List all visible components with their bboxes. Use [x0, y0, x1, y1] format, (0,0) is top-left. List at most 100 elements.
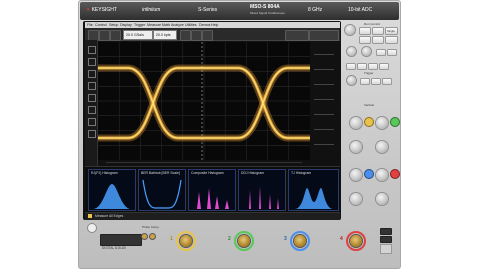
- ch2-scale-knob[interactable]: [376, 117, 388, 129]
- sample-rate-box[interactable]: 20.0 GSa/s: [123, 30, 153, 40]
- ch2-bnc-input[interactable]: [238, 235, 250, 247]
- ch1-offset-knob[interactable]: [350, 141, 362, 153]
- aux-output-port[interactable]: [380, 244, 392, 254]
- digital-input-port[interactable]: [100, 234, 142, 246]
- histogram-tool-icon[interactable]: [88, 106, 96, 114]
- marker-tool-icon[interactable]: [88, 70, 96, 78]
- ground-terminal[interactable]: [150, 234, 155, 239]
- ch3-select-key[interactable]: [365, 170, 373, 178]
- ch3-scale-knob[interactable]: [350, 169, 362, 181]
- sample-rate-value: 20.0 GSa/s: [126, 32, 144, 37]
- marker-key[interactable]: [346, 63, 356, 70]
- save-key[interactable]: [379, 63, 389, 70]
- default-setup-key[interactable]: [372, 27, 384, 35]
- ch1-scale-knob[interactable]: [350, 117, 362, 129]
- probe-comp-terminal[interactable]: [142, 234, 147, 239]
- measure-key[interactable]: [357, 63, 367, 70]
- ch4-scale-knob[interactable]: [376, 169, 388, 181]
- histogram-area: RJ(PJ) Histogram BER Bathtub [BER Scale]…: [85, 166, 340, 213]
- histogram-panel-ddj[interactable]: DDJ Histogram: [238, 169, 286, 211]
- eye-diagram-plot[interactable]: [94, 42, 314, 160]
- trigger-indicator[interactable]: [285, 29, 309, 41]
- marker-button[interactable]: [202, 29, 213, 41]
- timebase-indicator[interactable]: [309, 29, 339, 41]
- usb-port-1[interactable]: [380, 228, 392, 235]
- touch-key[interactable]: [385, 36, 398, 44]
- math-tool-icon[interactable]: [88, 94, 96, 102]
- front-control-panel: Run Control Single Trigger Vertical: [342, 21, 399, 220]
- y-tick-mark: [314, 99, 334, 100]
- ch1-select-key[interactable]: [365, 118, 373, 126]
- vertical-section-label: Vertical: [364, 103, 374, 107]
- trigger-setup-key[interactable]: [382, 78, 392, 85]
- clear-display-key[interactable]: [372, 36, 384, 44]
- single-key[interactable]: Single: [385, 27, 398, 35]
- menu-item-measure[interactable]: Measure: [147, 23, 161, 27]
- model-name: MSO-S 804A: [250, 4, 280, 10]
- menu-item-setup[interactable]: Setup: [109, 23, 118, 27]
- run-stop-button[interactable]: [88, 29, 99, 41]
- menu-item-analyze[interactable]: Analyze: [171, 23, 184, 27]
- menu-item-math[interactable]: Math: [162, 23, 170, 27]
- channel-1-indicator[interactable]: [88, 214, 92, 218]
- memory-depth-value: 20.0 kpts: [156, 32, 171, 37]
- power-button[interactable]: [88, 224, 96, 232]
- ch3-offset-knob[interactable]: [350, 193, 362, 205]
- model-subtitle: Mixed Signal Oscilloscope: [250, 11, 286, 15]
- bathtub-curve: [142, 179, 182, 209]
- histogram-title: TJ Histogram: [291, 171, 312, 175]
- menu-item-trigger[interactable]: Trigger: [134, 23, 145, 27]
- measure-all-edges-label[interactable]: Measure All Edges: [95, 214, 123, 218]
- menu-item-demos[interactable]: Demos: [199, 23, 210, 27]
- trigger-mode-key[interactable]: [360, 78, 370, 85]
- math-key[interactable]: [368, 63, 378, 70]
- bathtub-svg: [142, 179, 182, 209]
- ch4-bnc-input[interactable]: [350, 235, 362, 247]
- memory-depth-box[interactable]: 20.0 kpts: [153, 30, 177, 40]
- menu-item-file[interactable]: File: [87, 23, 93, 27]
- y-tick-mark: [314, 84, 334, 85]
- menu-item-help[interactable]: Help: [211, 23, 218, 27]
- histogram-panel-rj[interactable]: RJ(PJ) Histogram: [88, 169, 136, 211]
- usb-port-2[interactable]: [380, 236, 392, 243]
- trigger-level-knob[interactable]: [347, 76, 356, 85]
- zoom-key[interactable]: [376, 49, 386, 56]
- jitter-tool-icon[interactable]: [88, 130, 96, 138]
- ch2-offset-knob[interactable]: [376, 141, 388, 153]
- histogram-panel-tj[interactable]: TJ Histogram: [288, 169, 339, 211]
- series-name: S-Series: [198, 7, 218, 13]
- zoom-tool-icon[interactable]: [88, 58, 96, 66]
- zoom-button[interactable]: [180, 29, 191, 41]
- ch1-bnc-input[interactable]: [180, 235, 192, 247]
- pointer-tool-icon[interactable]: [88, 46, 96, 54]
- histogram-shape: [245, 186, 279, 209]
- menu-item-utilities[interactable]: Utilities: [185, 23, 197, 27]
- menu-item-control[interactable]: Control: [95, 23, 107, 27]
- histogram-panel-bathtub[interactable]: BER Bathtub [BER Scale]: [138, 169, 186, 211]
- ch4-select-key[interactable]: [391, 170, 399, 178]
- trigger-sweep-key[interactable]: [371, 78, 381, 85]
- mask-tool-icon[interactable]: [88, 118, 96, 126]
- autoscale-button[interactable]: [110, 29, 121, 41]
- single-button[interactable]: [99, 29, 110, 41]
- ch2-select-key[interactable]: [391, 118, 399, 126]
- bandwidth-label: 8 GHz: [308, 7, 323, 13]
- measure-tool-icon[interactable]: [88, 82, 96, 90]
- x-axis-line: [106, 162, 302, 163]
- ch3-number: 3: [284, 236, 287, 242]
- histogram-shape: [295, 188, 333, 209]
- measure-button[interactable]: [191, 29, 202, 41]
- autoscale-key[interactable]: [359, 36, 371, 44]
- horizontal-scale-knob[interactable]: [347, 47, 356, 56]
- histogram-panel-composite[interactable]: Composite Histogram: [188, 169, 236, 211]
- ch4-offset-knob[interactable]: [376, 193, 388, 205]
- digital-port-label: DIGITAL D15-D0: [102, 246, 126, 250]
- ch3-bnc-input[interactable]: [294, 235, 306, 247]
- ddj-histogram-svg: [245, 186, 279, 209]
- navigate-key[interactable]: [387, 49, 397, 56]
- lower-front-panel: DIGITAL D15-D0 Probe Comp 1 2 3 4: [80, 222, 399, 267]
- horizontal-position-knob[interactable]: [362, 47, 371, 56]
- menu-item-display[interactable]: Display: [120, 23, 132, 27]
- run-stop-key[interactable]: [359, 27, 371, 35]
- entry-knob[interactable]: [345, 25, 355, 35]
